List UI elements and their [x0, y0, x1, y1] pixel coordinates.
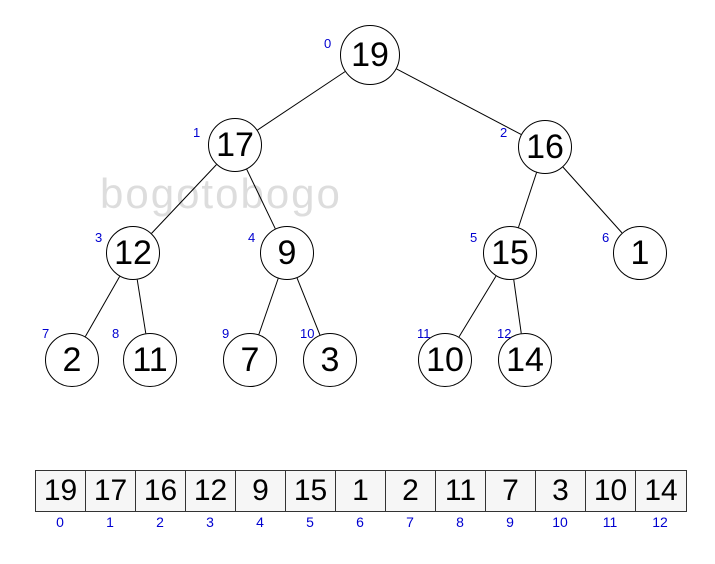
tree-node: 17: [208, 118, 262, 172]
array-cell: 2: [386, 471, 436, 511]
tree-node-value: 3: [321, 341, 340, 380]
tree-node: 10: [418, 333, 472, 387]
array-cell: 14: [636, 471, 686, 511]
array-cell: 17: [86, 471, 136, 511]
tree-node: 9: [260, 226, 314, 280]
array-index-label: 12: [635, 514, 685, 530]
tree-node-index: 2: [500, 125, 507, 140]
array-cell: 3: [536, 471, 586, 511]
tree-node: 2: [45, 333, 99, 387]
array-cell: 11: [436, 471, 486, 511]
tree-node-index: 11: [417, 326, 431, 341]
tree-edge: [563, 167, 622, 233]
array-cell: 15: [286, 471, 336, 511]
tree-node: 3: [303, 333, 357, 387]
tree-node: 15: [483, 226, 537, 280]
tree-node-index: 8: [112, 326, 119, 341]
tree-node-index: 3: [95, 230, 102, 245]
tree-node-index: 5: [470, 230, 477, 245]
tree-node-value: 7: [241, 341, 260, 380]
array-cell-value: 11: [445, 474, 476, 508]
array-index-label: 3: [185, 514, 235, 530]
array-cell-value: 7: [502, 474, 519, 508]
array-index-label: 0: [35, 514, 85, 530]
array-cell: 12: [186, 471, 236, 511]
tree-node-value: 1: [631, 234, 650, 273]
array-cell-value: 17: [94, 474, 127, 508]
tree-node-value: 10: [426, 341, 464, 380]
tree-node: 16: [518, 120, 572, 174]
tree-edge: [152, 165, 217, 234]
tree-node-value: 14: [506, 341, 544, 380]
array-index-label: 10: [535, 514, 585, 530]
tree-node-value: 15: [491, 234, 529, 273]
array-index-label: 5: [285, 514, 335, 530]
array-index-label: 2: [135, 514, 185, 530]
tree-node: 1: [613, 226, 667, 280]
tree-edge: [259, 279, 278, 335]
tree-edge: [247, 169, 276, 228]
tree-edge: [514, 280, 522, 334]
array-cell: 7: [486, 471, 536, 511]
array-cell: 10: [586, 471, 636, 511]
tree-node: 19: [340, 25, 400, 85]
tree-node-index: 4: [248, 230, 255, 245]
tree-node-index: 0: [324, 36, 331, 51]
array-cell-value: 9: [252, 474, 269, 508]
array-index-label: 8: [435, 514, 485, 530]
tree-node-index: 10: [300, 326, 314, 341]
tree-node-index: 9: [222, 326, 229, 341]
array-index-label: 1: [85, 514, 135, 530]
array-cell: 16: [136, 471, 186, 511]
array-index-label: 6: [335, 514, 385, 530]
tree-node: 12: [106, 226, 160, 280]
tree-node-value: 9: [278, 234, 297, 273]
tree-node-value: 17: [216, 126, 254, 165]
array-cell-value: 19: [44, 474, 77, 508]
tree-edge: [137, 280, 146, 334]
array-cell-value: 3: [552, 474, 569, 508]
array-index-label: 4: [235, 514, 285, 530]
heap-array: 19 17 16 12 9 15 12 11 73 10 14: [35, 470, 687, 512]
array-cell-value: 10: [594, 474, 627, 508]
tree-edge: [257, 72, 345, 130]
tree-edge: [518, 173, 536, 228]
tree-edge: [459, 276, 496, 337]
tree-node-index: 12: [497, 326, 511, 341]
array-index-label: 9: [485, 514, 535, 530]
tree-node-index: 1: [193, 125, 200, 140]
array-cell-value: 14: [644, 474, 677, 508]
watermark-text: bogotobogo: [100, 170, 342, 218]
tree-node-value: 16: [526, 128, 564, 167]
tree-node-value: 12: [114, 234, 152, 273]
tree-node-index: 6: [602, 230, 609, 245]
array-cell: 1: [336, 471, 386, 511]
array-cell-value: 15: [294, 474, 327, 508]
tree-node-value: 11: [132, 341, 167, 380]
array-cell: 19: [36, 471, 86, 511]
array-cell: 9: [236, 471, 286, 511]
tree-node: 7: [223, 333, 277, 387]
array-cell-value: 2: [402, 474, 419, 508]
tree-node-value: 19: [351, 36, 389, 75]
tree-node-index: 7: [42, 326, 49, 341]
array-index-label: 7: [385, 514, 435, 530]
array-index-label: 11: [585, 514, 635, 530]
heap-diagram: bogotobogo 19017116212394155162711879310…: [0, 0, 715, 564]
tree-node: 14: [498, 333, 552, 387]
array-cell-value: 12: [194, 474, 227, 508]
array-cell-value: 1: [352, 474, 369, 508]
tree-node: 11: [123, 333, 177, 387]
tree-node-value: 2: [63, 341, 82, 380]
array-cell-value: 16: [144, 474, 177, 508]
